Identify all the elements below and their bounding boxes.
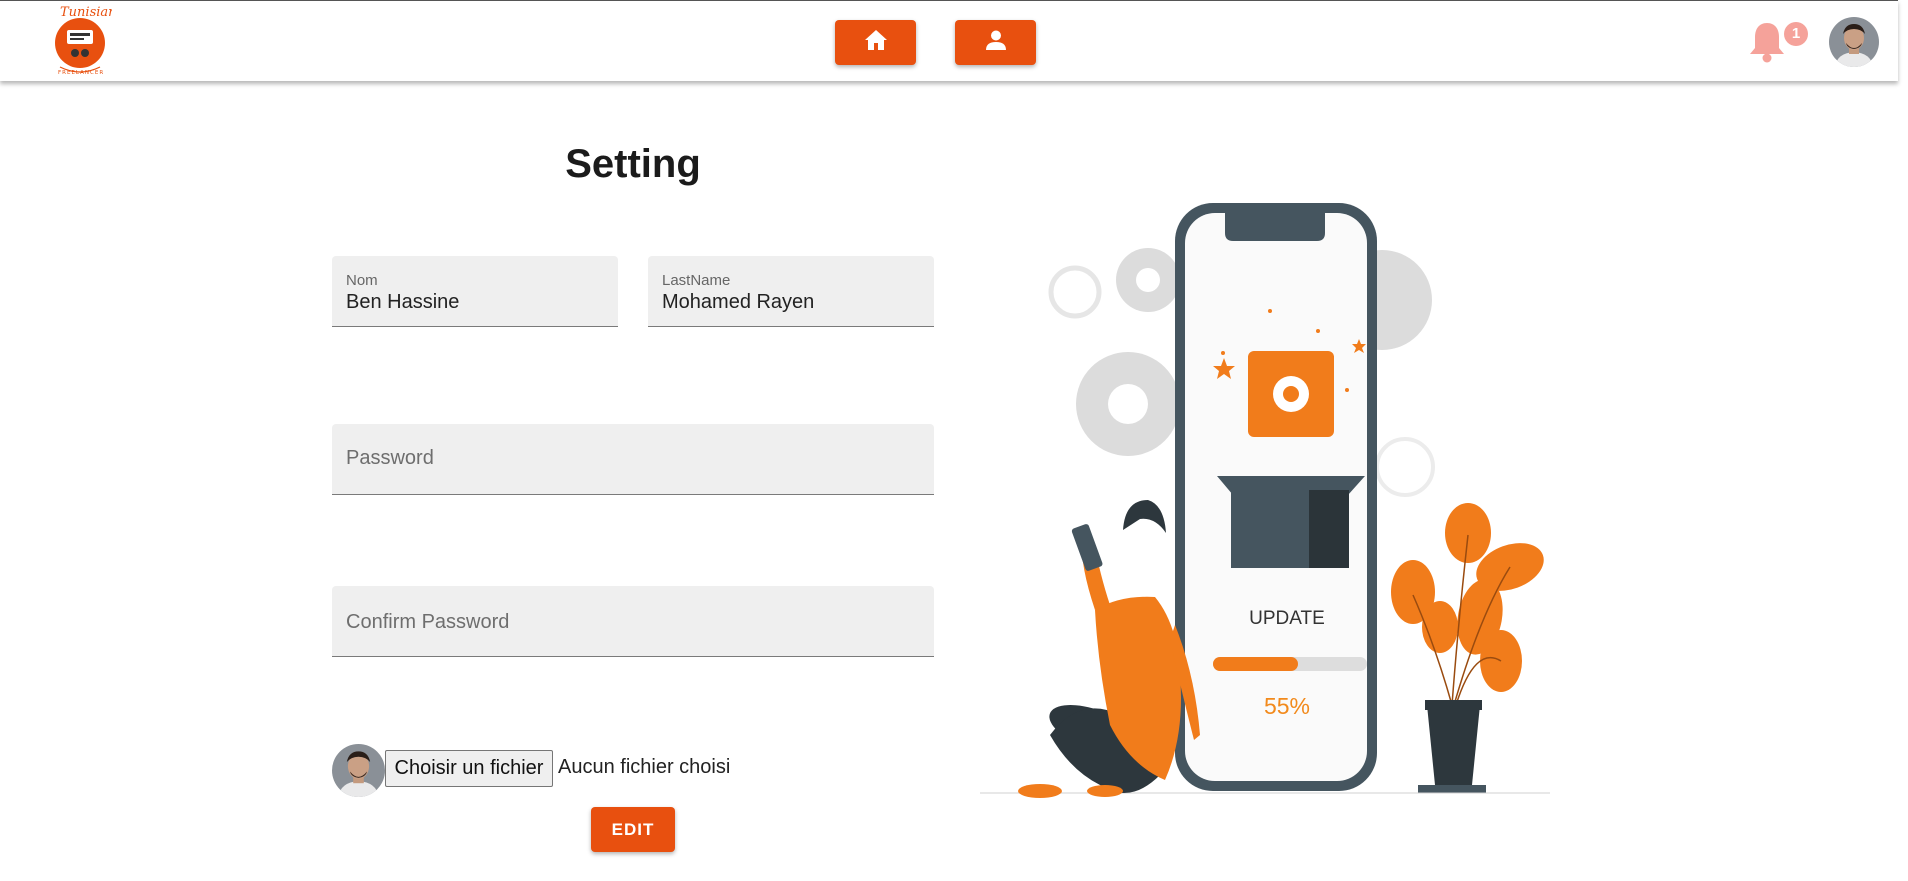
choose-file-button[interactable]: Choisir un fichier bbox=[385, 750, 553, 787]
lastname-label: LastName bbox=[662, 272, 731, 289]
update-progress-fill bbox=[1213, 657, 1298, 671]
bell-icon bbox=[1748, 23, 1786, 67]
nom-value[interactable]: Ben Hassine bbox=[346, 291, 459, 314]
file-status-text: Aucun fichier choisi bbox=[558, 756, 731, 778]
svg-text:Tunisian: Tunisian bbox=[60, 5, 112, 20]
top-navbar: Tunisian FREELANCER 1 bbox=[0, 0, 1898, 81]
home-icon bbox=[864, 29, 888, 56]
profile-photo-preview bbox=[332, 744, 385, 797]
home-button[interactable] bbox=[835, 20, 916, 65]
lastname-field[interactable]: LastName Mohamed Rayen bbox=[648, 256, 934, 327]
lastname-value[interactable]: Mohamed Rayen bbox=[662, 291, 814, 314]
notification-count-badge: 1 bbox=[1784, 22, 1808, 46]
confirm-password-placeholder: Confirm Password bbox=[346, 611, 510, 633]
password-placeholder: Password bbox=[346, 447, 434, 469]
brand-logo[interactable]: Tunisian FREELANCER bbox=[48, 3, 117, 77]
notifications-button[interactable] bbox=[1748, 21, 1786, 63]
update-progress-label: 55% bbox=[1263, 693, 1311, 719]
svg-text:FREELANCER: FREELANCER bbox=[58, 70, 104, 76]
profile-button[interactable] bbox=[955, 20, 1036, 65]
edit-button[interactable]: EDIT bbox=[591, 807, 675, 852]
password-field[interactable]: Password bbox=[332, 424, 934, 495]
confirm-password-field[interactable]: Confirm Password bbox=[332, 586, 934, 657]
nom-field[interactable]: Nom Ben Hassine bbox=[332, 256, 618, 327]
nom-label: Nom bbox=[346, 272, 378, 289]
page-title: Setting bbox=[565, 142, 701, 186]
update-label: UPDATE bbox=[1249, 608, 1325, 629]
user-avatar[interactable] bbox=[1829, 17, 1879, 67]
person-icon bbox=[985, 30, 1006, 55]
